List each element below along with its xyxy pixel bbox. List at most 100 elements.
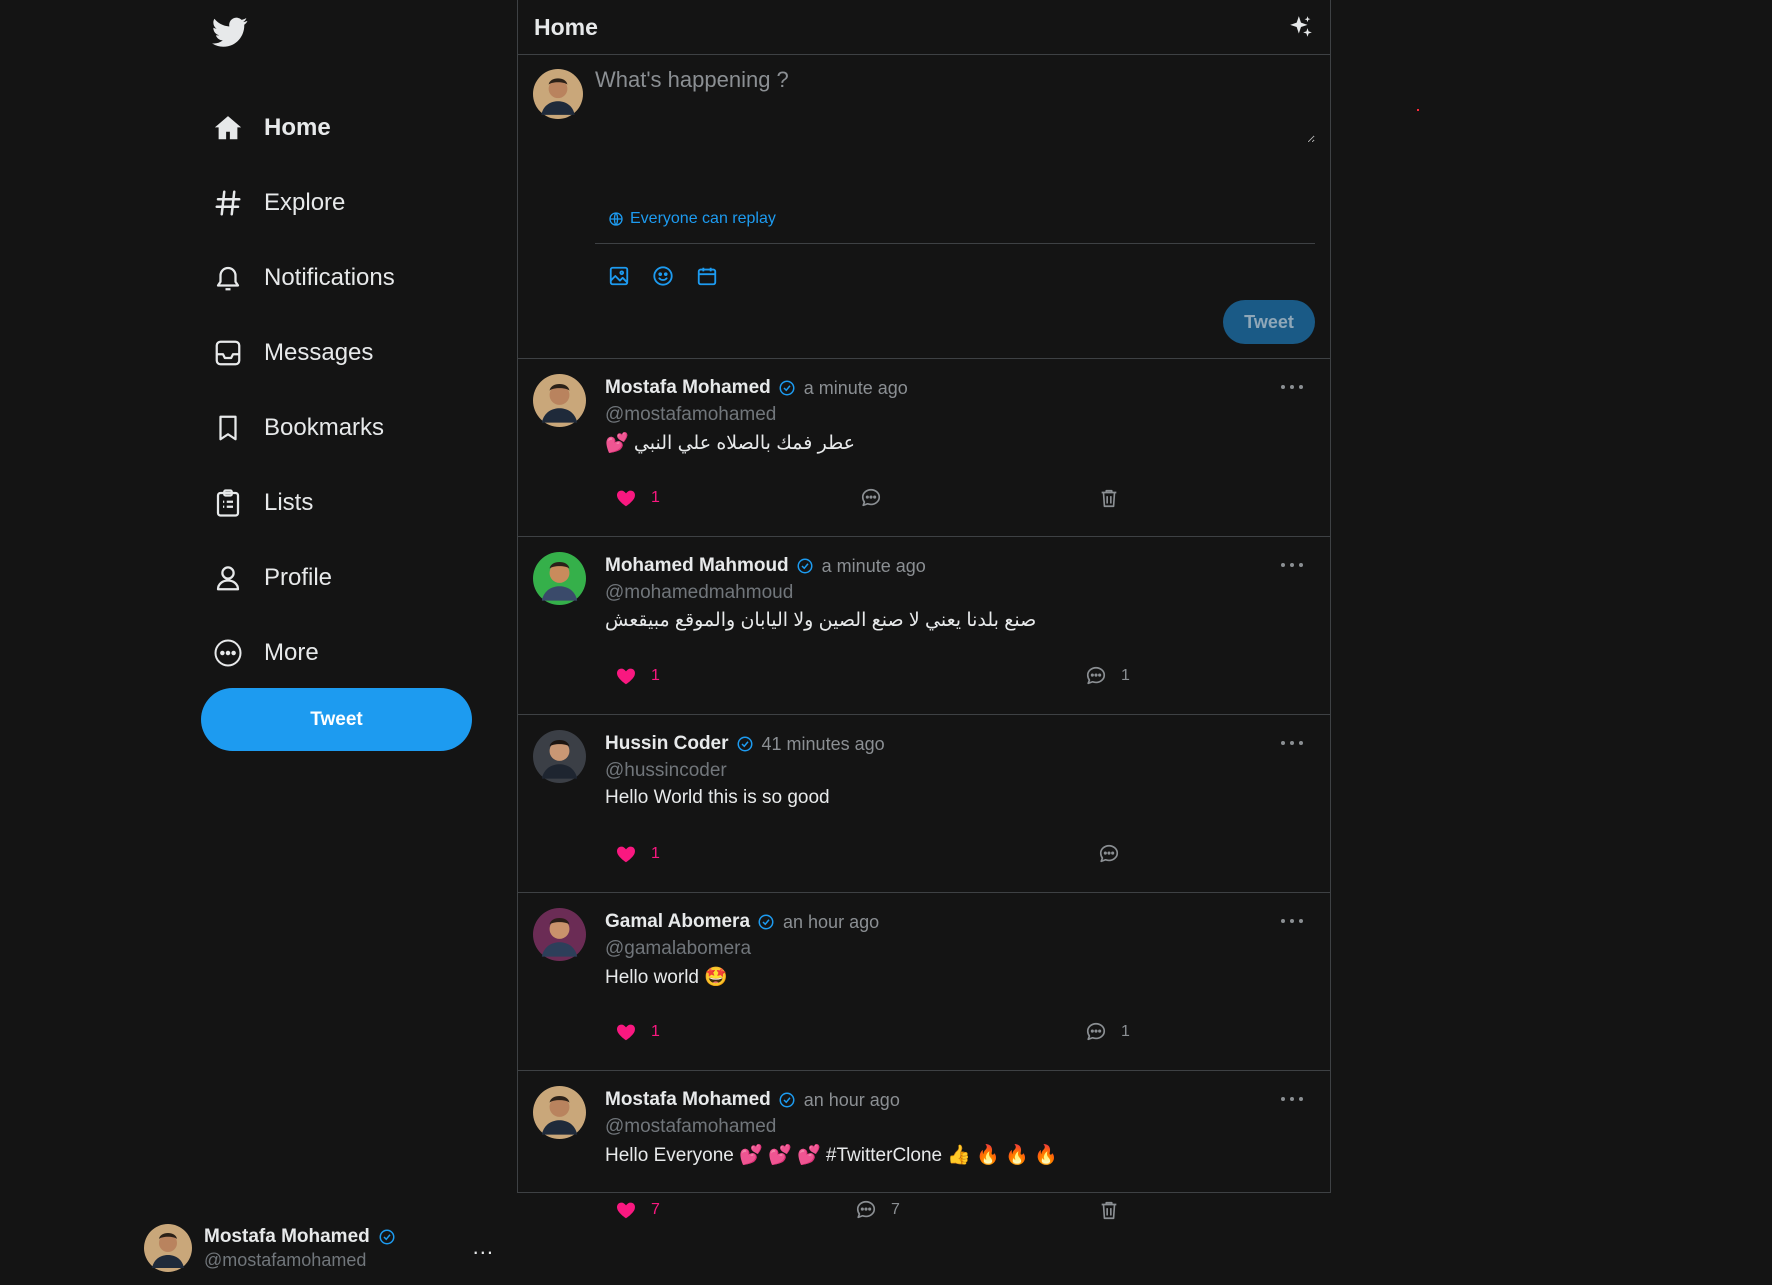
nav-item-notifications[interactable]: Notifications: [212, 240, 472, 315]
like-button[interactable]: 1: [615, 843, 660, 865]
tweet-actions: 1: [605, 487, 1205, 517]
tweet-card[interactable]: Mostafa Mohamed a minute ago @mostafamoh…: [518, 359, 1330, 537]
comment-button[interactable]: [860, 487, 882, 509]
tweet-card[interactable]: Mostafa Mohamed an hour ago @mostafamoha…: [518, 1071, 1330, 1249]
author-name[interactable]: Mohamed Mahmoud: [605, 555, 789, 577]
avatar: [144, 1224, 192, 1272]
author-name[interactable]: Mostafa Mohamed: [605, 377, 771, 399]
account-name: Mostafa Mohamed: [204, 1225, 370, 1247]
account-switcher[interactable]: Mostafa Mohamed @mostafamohamed ...: [144, 1222, 494, 1274]
comment-button[interactable]: 7: [855, 1199, 900, 1221]
comment-icon: [1099, 844, 1119, 863]
avatar[interactable]: [533, 374, 586, 427]
tweet-card[interactable]: Gamal Abomera an hour ago @gamalabomera …: [518, 893, 1330, 1071]
tweet-input[interactable]: [595, 67, 1315, 143]
trash-icon: [1101, 1201, 1117, 1220]
nav-label: Notifications: [264, 263, 395, 291]
like-button[interactable]: 1: [615, 487, 660, 509]
heart-icon: [616, 1202, 636, 1219]
avatar: [533, 69, 583, 119]
more-horizontal-icon[interactable]: [1279, 381, 1305, 393]
nav-item-bookmarks[interactable]: Bookmarks: [212, 390, 472, 465]
author-handle: @mostafamohamed: [605, 404, 777, 425]
sidebar-tweet-button[interactable]: Tweet: [201, 688, 472, 751]
reply-setting-label: Everyone can replay: [630, 210, 776, 227]
author-handle: @hussincoder: [605, 760, 727, 781]
emoji-icon[interactable]: [652, 265, 674, 287]
account-handle: @mostafamohamed: [204, 1249, 367, 1270]
sparkle-icon[interactable]: [1288, 14, 1314, 40]
more-horizontal-icon[interactable]: [1279, 737, 1305, 749]
tweet-card[interactable]: Hussin Coder 41 minutes ago @hussincoder…: [518, 715, 1330, 893]
author-name[interactable]: Gamal Abomera: [605, 911, 750, 933]
nav-item-lists[interactable]: Lists: [212, 465, 472, 540]
author-name[interactable]: Mostafa Mohamed: [605, 1089, 771, 1111]
avatar[interactable]: [533, 908, 586, 961]
delete-button[interactable]: [1098, 1199, 1120, 1221]
post-time: a minute ago: [803, 377, 908, 398]
twitter-bird-icon[interactable]: [210, 14, 250, 50]
like-button[interactable]: 1: [615, 1021, 660, 1043]
nav-item-home[interactable]: Home: [212, 90, 472, 165]
tweet-text: عطر فمك بالصلاه علي النبي 💕: [605, 433, 856, 454]
like-count: 1: [651, 845, 660, 862]
like-button[interactable]: 1: [615, 665, 660, 687]
account-menu-icon[interactable]: ...: [473, 1234, 494, 1260]
composer-tweet-button[interactable]: Tweet: [1223, 300, 1315, 344]
composer-divider: [595, 243, 1315, 244]
tweet-text: صنع بلدنا يعني لا صنع الصين ولا اليابان …: [605, 610, 1037, 631]
like-count: 7: [651, 1201, 660, 1218]
verified-icon: [379, 1229, 395, 1244]
like-count: 1: [651, 489, 660, 506]
trash-icon: [1101, 489, 1117, 508]
more-horizontal-icon[interactable]: [1279, 915, 1305, 927]
author-name[interactable]: Hussin Coder: [605, 733, 729, 755]
tweet-actions: 11: [605, 665, 1205, 695]
comment-button[interactable]: 1: [1085, 665, 1130, 687]
nav-item-profile[interactable]: Profile: [212, 540, 472, 615]
nav-item-messages[interactable]: Messages: [212, 315, 472, 390]
tweet-actions: 77: [605, 1199, 1205, 1229]
comment-button[interactable]: [1098, 843, 1120, 865]
tweet-text: Hello world 🤩: [605, 967, 728, 988]
verified-icon: [779, 380, 795, 396]
nav-label: More: [264, 638, 319, 666]
like-button[interactable]: 7: [615, 1199, 660, 1221]
composer-tools: [608, 265, 718, 287]
avatar[interactable]: [533, 730, 586, 783]
comment-count: 1: [1121, 667, 1130, 684]
main-feed: Home Everyone can replay Tweet Mostafa M…: [517, 0, 1331, 1220]
avatar[interactable]: [533, 552, 586, 605]
bookmark-icon: [212, 412, 244, 444]
calendar-icon[interactable]: [696, 265, 718, 287]
comment-button[interactable]: 1: [1085, 1021, 1130, 1043]
more-horizontal-icon[interactable]: [1279, 559, 1305, 571]
avatar[interactable]: [533, 1086, 586, 1139]
inbox-icon: [212, 337, 244, 369]
delete-button[interactable]: [1098, 487, 1120, 509]
reply-setting[interactable]: Everyone can replay: [608, 210, 776, 228]
hashtag-icon: [212, 187, 244, 219]
comment-icon: [856, 1200, 876, 1219]
more-horizontal-icon[interactable]: [1279, 1093, 1305, 1105]
tweet-composer: Everyone can replay Tweet: [518, 55, 1330, 359]
clipboard-list-icon: [212, 487, 244, 519]
nav-item-explore[interactable]: Explore: [212, 165, 472, 240]
user-icon: [212, 562, 244, 594]
heart-icon: [616, 846, 636, 863]
tweet-card[interactable]: Mohamed Mahmoud a minute ago @mohamedmah…: [518, 537, 1330, 715]
sidebar: Home Explore Notifications Messages Book…: [144, 0, 493, 1285]
nav-label: Bookmarks: [264, 413, 385, 441]
post-time: an hour ago: [803, 1089, 900, 1110]
comment-count: 7: [891, 1201, 900, 1218]
nav-item-more[interactable]: More: [212, 615, 472, 690]
image-icon[interactable]: [608, 265, 630, 287]
globe-icon: [609, 212, 623, 226]
comment-icon: [1086, 666, 1106, 685]
heart-icon: [616, 490, 636, 507]
post-time: a minute ago: [821, 555, 926, 576]
main-nav: Home Explore Notifications Messages Book…: [212, 90, 472, 690]
verified-icon: [779, 1092, 795, 1108]
post-time: an hour ago: [783, 911, 880, 932]
bell-icon: [212, 262, 244, 294]
